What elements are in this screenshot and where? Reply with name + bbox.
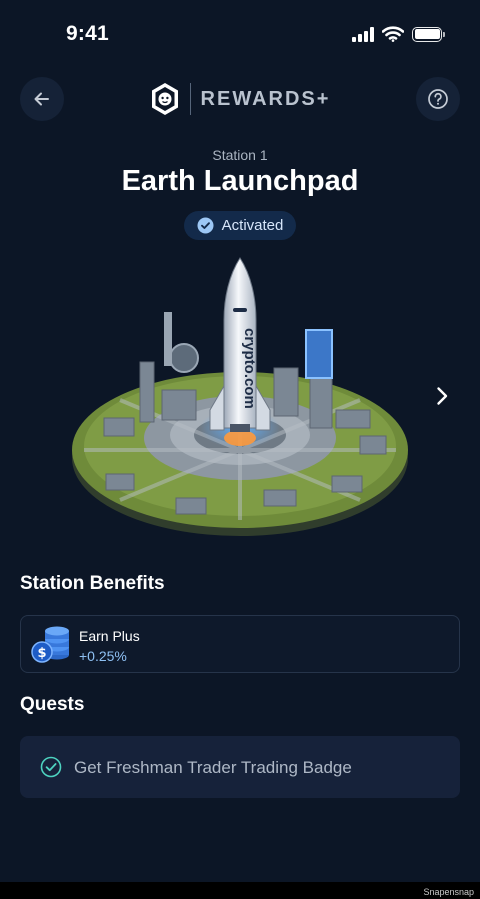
wifi-icon: [382, 26, 404, 42]
cellular-signal-icon: [352, 26, 374, 42]
rocket-brand-text: crypto.com: [241, 328, 258, 409]
brand-divider: [189, 83, 191, 115]
quests-title: Quests: [20, 694, 85, 715]
activated-badge: Activated: [184, 211, 296, 240]
station-title: Earth Launchpad: [121, 165, 359, 197]
help-button[interactable]: [416, 77, 460, 121]
benefit-value: +0.25%: [79, 648, 127, 664]
battery-icon: [412, 26, 445, 42]
activated-label: Activated: [221, 217, 284, 234]
check-circle-outline-icon: [40, 756, 62, 778]
rewards-brand: REWARDS+: [0, 80, 480, 118]
chevron-right-icon[interactable]: [430, 384, 454, 408]
coin-stack-icon: $: [31, 626, 69, 663]
status-icons: [352, 26, 445, 42]
station-benefits-title: Station Benefits: [20, 573, 165, 594]
status-time: 9:41: [66, 22, 109, 45]
quest-item[interactable]: Get Freshman Trader Trading Badge: [20, 736, 460, 798]
station-number: Station 1: [212, 147, 268, 163]
rocket-launchpad-illustration: crypto.com: [72, 257, 408, 536]
brand-title: REWARDS+: [200, 87, 331, 110]
bottom-bar: Snapensnap: [0, 882, 480, 899]
quest-label: Get Freshman Trader Trading Badge: [74, 758, 352, 777]
svg-text:$: $: [37, 646, 46, 661]
benefit-card-earn-plus[interactable]: $ Earn Plus +0.25%: [20, 615, 460, 673]
check-circle-icon: [197, 217, 214, 234]
benefit-name: Earn Plus: [79, 628, 140, 644]
watermark-text: Snapensnap: [423, 887, 474, 897]
question-mark-icon: [428, 89, 448, 109]
crypto-com-lion-shield-icon: [151, 83, 178, 115]
status-bar: 9:41: [0, 0, 480, 70]
